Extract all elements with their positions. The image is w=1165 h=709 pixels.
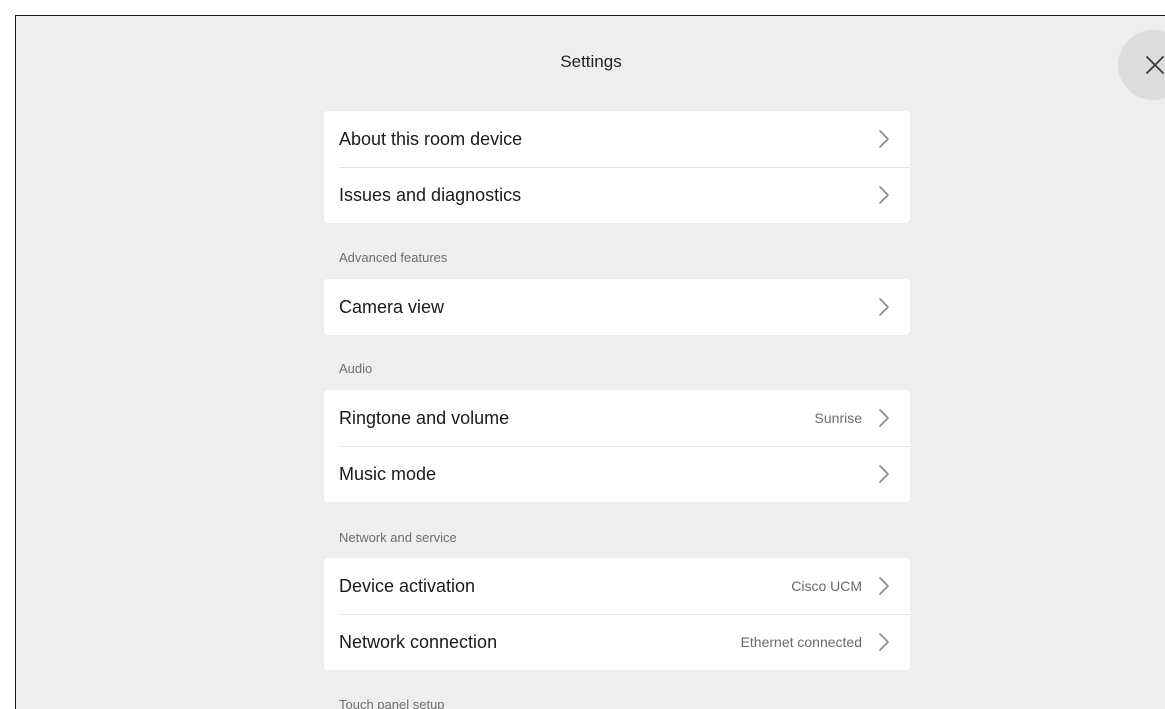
settings-row-value: Ethernet connected xyxy=(740,634,862,650)
close-button[interactable] xyxy=(1118,30,1165,100)
settings-row-network-connection[interactable]: Network connection Ethernet connected xyxy=(324,614,910,670)
settings-row-music-mode[interactable]: Music mode xyxy=(324,446,910,502)
chevron-right-icon xyxy=(879,186,889,204)
settings-card-audio: Ringtone and volume Sunrise Music mode xyxy=(324,390,910,502)
settings-row-label: Device activation xyxy=(339,575,476,596)
section-header-audio: Audio xyxy=(339,361,373,376)
chevron-right-icon xyxy=(879,633,889,651)
settings-row-label: Ringtone and volume xyxy=(339,407,510,428)
chevron-right-icon xyxy=(879,298,889,316)
settings-card-general: About this room device Issues and diagno… xyxy=(324,111,910,223)
page-title: Settings xyxy=(560,52,622,71)
settings-row-about-device[interactable]: About this room device xyxy=(324,111,910,167)
section-header-network-service: Network and service xyxy=(339,530,457,545)
settings-panel: Settings About this room device Issues a… xyxy=(15,15,1165,709)
settings-row-issues-diagnostics[interactable]: Issues and diagnostics xyxy=(324,167,910,223)
settings-row-label: About this room device xyxy=(339,128,523,149)
settings-row-value: Cisco UCM xyxy=(791,578,862,594)
settings-row-label: Music mode xyxy=(339,463,437,484)
settings-row-label: Network connection xyxy=(339,631,498,652)
chevron-right-icon xyxy=(879,130,889,148)
settings-row-ringtone-volume[interactable]: Ringtone and volume Sunrise xyxy=(324,390,910,446)
chevron-right-icon xyxy=(879,409,889,427)
chevron-right-icon xyxy=(879,465,889,483)
section-header-advanced-features: Advanced features xyxy=(339,250,448,265)
settings-row-camera-view[interactable]: Camera view xyxy=(324,279,910,335)
settings-card-network-service: Device activation Cisco UCM Network conn… xyxy=(324,558,910,670)
section-header-touch-panel-setup: Touch panel setup xyxy=(339,697,445,709)
settings-row-device-activation[interactable]: Device activation Cisco UCM xyxy=(324,558,910,614)
settings-row-value: Sunrise xyxy=(814,410,862,426)
settings-card-advanced-features: Camera view xyxy=(324,279,910,335)
settings-row-label: Issues and diagnostics xyxy=(339,184,522,205)
chevron-right-icon xyxy=(879,577,889,595)
close-icon xyxy=(1146,56,1164,74)
settings-row-label: Camera view xyxy=(339,296,445,317)
